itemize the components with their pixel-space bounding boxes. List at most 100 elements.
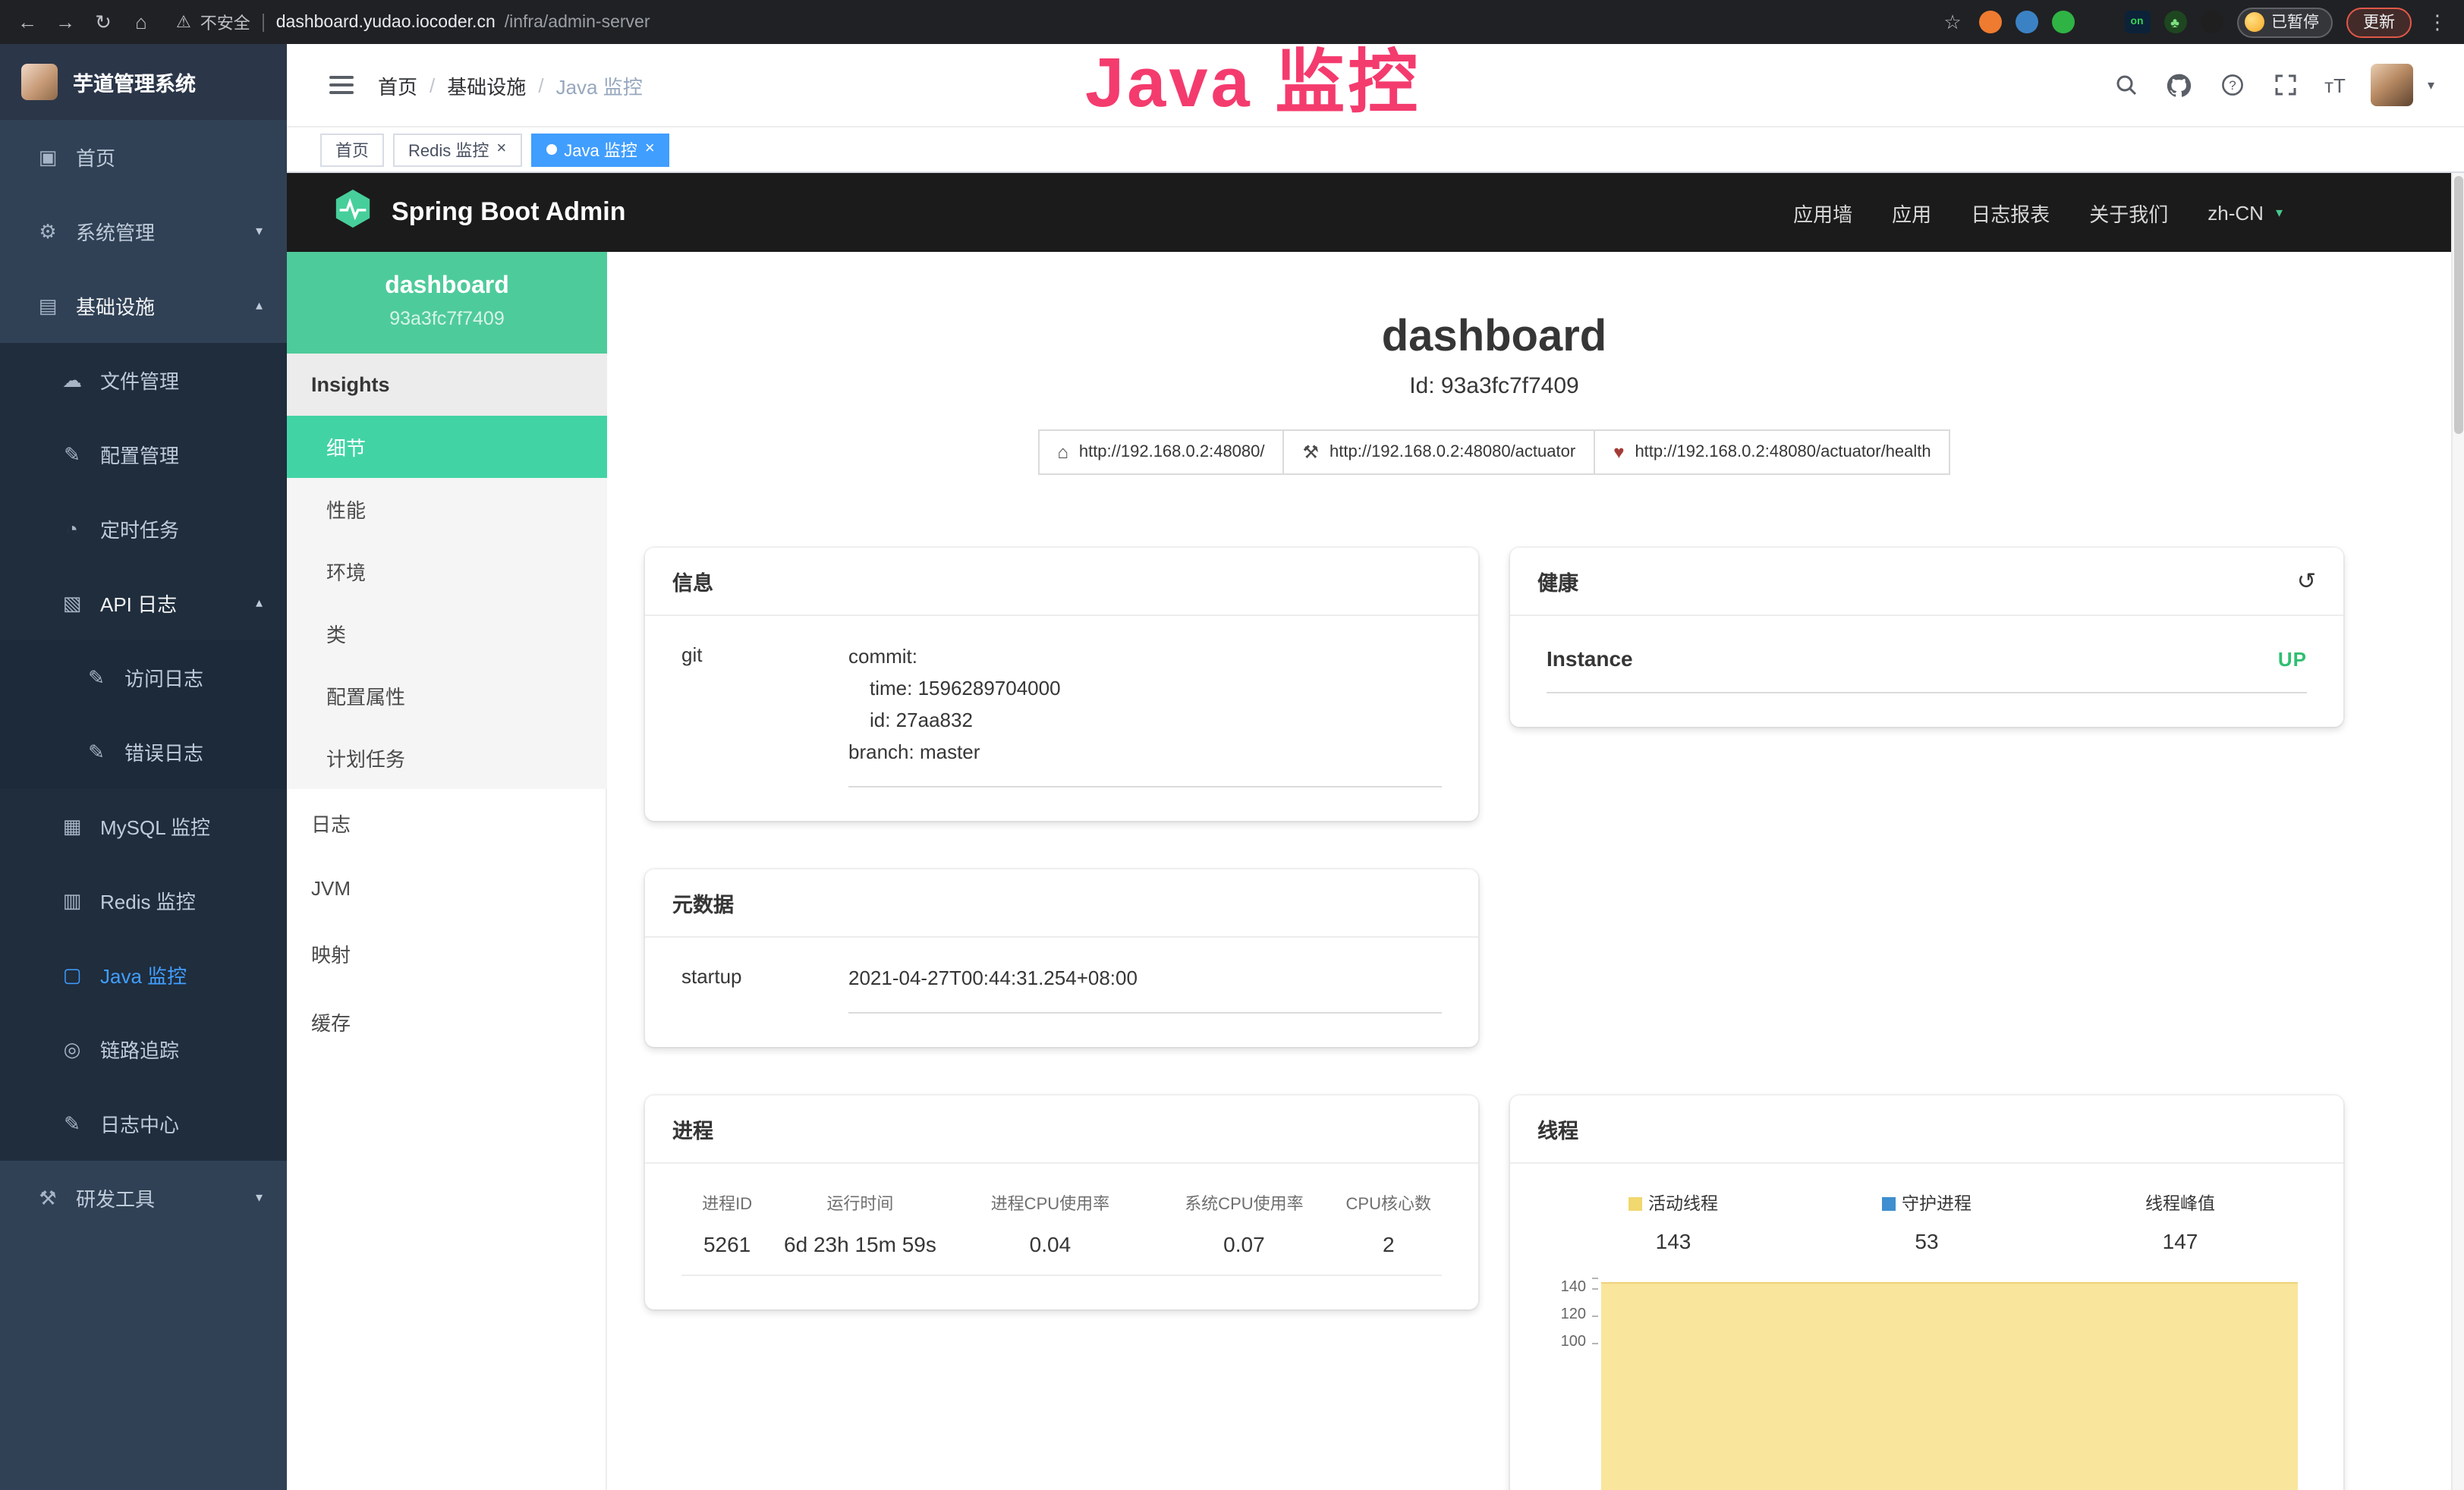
sidebar-item-java-monitor[interactable]: ▢ Java 监控 <box>0 938 287 1012</box>
health-card: 健康 ↺ Instance UP <box>1510 548 2343 727</box>
close-icon[interactable]: × <box>645 141 655 158</box>
column-header: 进程ID <box>681 1188 773 1221</box>
actuator-url-link[interactable]: ⚒ http://192.168.0.2:48080/actuator <box>1283 429 1596 475</box>
extension-icon-green[interactable] <box>2051 11 2074 33</box>
tab-java-monitor[interactable]: Java 监控 × <box>530 133 669 166</box>
sba-nav-about[interactable]: 关于我们 <box>2089 198 2168 227</box>
scrollbar-track[interactable] <box>2451 173 2464 1490</box>
sidebar-item-access-log[interactable]: ✎ 访问日志 <box>0 640 287 715</box>
startup-row: startup 2021-04-27T00:44:31.254+08:00 <box>681 962 1442 1014</box>
link-label: http://192.168.0.2:48080/actuator/health <box>1635 443 1931 461</box>
sidebar-item-label: 配置管理 <box>100 440 179 469</box>
tab-redis-monitor[interactable]: Redis 监控 × <box>393 133 521 166</box>
sidebar-item-home[interactable]: ▣ 首页 <box>0 120 287 194</box>
sidebar-item-infrastructure[interactable]: ▤ 基础设施 ▴ <box>0 269 287 343</box>
scrollbar-thumb[interactable] <box>2454 176 2463 434</box>
sba-item-jvm[interactable]: JVM <box>287 857 607 919</box>
sidebar-item-label: API 日志 <box>100 589 177 618</box>
extension-icon-orange[interactable] <box>1978 11 2001 33</box>
sidebar-item-config-management[interactable]: ✎ 配置管理 <box>0 417 287 492</box>
forward-icon[interactable]: → <box>53 11 77 33</box>
security-label[interactable]: 不安全 <box>200 10 250 34</box>
sidebar-item-mysql-monitor[interactable]: ▦ MySQL 监控 <box>0 789 287 863</box>
legend-daemon-threads: 守护进程 53 <box>1800 1191 2053 1253</box>
github-icon[interactable] <box>2165 71 2192 99</box>
help-icon[interactable]: ? <box>2218 71 2245 99</box>
daemon-threads-swatch <box>1882 1197 1896 1211</box>
sba-item-environment[interactable]: 环境 <box>287 540 607 602</box>
sba-item-loggers[interactable]: 日志 <box>287 789 607 857</box>
info-card-title: 信息 <box>672 566 713 596</box>
sidebar-item-log-center[interactable]: ✎ 日志中心 <box>0 1086 287 1161</box>
instance-label: Instance <box>1547 646 1633 671</box>
back-icon[interactable]: ← <box>15 11 39 33</box>
extension-icon-dark[interactable] <box>2200 11 2223 33</box>
sba-item-config-props[interactable]: 配置属性 <box>287 665 607 727</box>
legend-label: 线程峰值 <box>2145 1196 2215 1214</box>
sba-nav: 应用墙 应用 日志报表 关于我们 zh-CN ▾ <box>1793 198 2283 227</box>
font-size-icon[interactable]: тT <box>2324 74 2346 96</box>
sba-nav-wallboard[interactable]: 应用墙 <box>1793 198 1852 227</box>
history-icon[interactable]: ↺ <box>2297 567 2316 595</box>
hamburger-icon[interactable] <box>329 76 354 94</box>
header-actions: ? тT ▾ <box>2112 64 2434 106</box>
threads-legend: 活动线程 143 守护进程 53 线程峰值 <box>1547 1191 2307 1253</box>
sidebar-item-redis-monitor[interactable]: ▥ Redis 监控 <box>0 863 287 938</box>
sba-item-mappings[interactable]: 映射 <box>287 919 607 988</box>
system-cpu-value: 0.07 <box>1153 1221 1335 1276</box>
sba-item-beans[interactable]: 类 <box>287 602 607 665</box>
legend-label: 活动线程 <box>1648 1196 1718 1214</box>
extension-icon-on-badge[interactable]: on <box>2124 11 2150 33</box>
instance-id-line: Id: 93a3fc7f7409 <box>645 373 2343 399</box>
sba-nav-applications[interactable]: 应用 <box>1892 198 1931 227</box>
active-threads-swatch <box>1629 1197 1642 1211</box>
sidebar-item-devtools[interactable]: ⚒ 研发工具 ▾ <box>0 1161 287 1235</box>
process-table-header: 进程ID 运行时间 进程CPU使用率 系统CPU使用率 CPU核心数 <box>681 1188 1442 1221</box>
log-center-icon: ✎ <box>61 1111 83 1136</box>
browser-menu-icon[interactable]: ⋮ <box>2425 10 2450 34</box>
service-url-link[interactable]: ⌂ http://192.168.0.2:48080/ <box>1037 429 1284 475</box>
address-bar[interactable]: ⚠ 不安全 dashboard.yudao.iocoder.cn/infra/a… <box>167 10 1927 34</box>
fullscreen-icon[interactable] <box>2271 71 2299 99</box>
sba-locale-select[interactable]: zh-CN <box>2208 201 2264 224</box>
sidebar-item-file-management[interactable]: ☁ 文件管理 <box>0 343 287 417</box>
close-icon[interactable]: × <box>496 141 506 158</box>
instance-id: 93a3fc7f7409 <box>302 308 592 329</box>
health-url-link[interactable]: ♥ http://192.168.0.2:48080/actuator/heal… <box>1594 429 1950 475</box>
reload-icon[interactable]: ↻ <box>91 10 115 34</box>
chevron-up-icon: ▴ <box>256 595 263 611</box>
update-button[interactable]: 更新 <box>2346 7 2412 37</box>
instance-health-row: Instance UP <box>1547 640 2307 693</box>
sidebar-item-trace[interactable]: ◎ 链路追踪 <box>0 1012 287 1086</box>
extension-icon-blue[interactable] <box>2015 11 2038 33</box>
sba-item-details[interactable]: 细节 <box>287 416 607 478</box>
user-avatar[interactable] <box>2371 64 2414 106</box>
sidebar-item-error-log[interactable]: ✎ 错误日志 <box>0 715 287 789</box>
sba-item-caches[interactable]: 缓存 <box>287 988 607 1056</box>
sba-item-metrics[interactable]: 性能 <box>287 478 607 540</box>
sba-nav-journal[interactable]: 日志报表 <box>1971 198 2050 227</box>
tab-home[interactable]: 首页 <box>320 133 384 166</box>
extension-icon-leaf[interactable]: ♣ <box>2163 11 2186 33</box>
bookmark-star-icon[interactable]: ☆ <box>1940 10 1965 34</box>
threads-chart: 140 120 100 <box>1547 1278 2307 1490</box>
instance-links: ⌂ http://192.168.0.2:48080/ ⚒ http://192… <box>645 429 2343 475</box>
extension-icon-grid[interactable] <box>2088 11 2110 33</box>
sidebar-item-scheduled-tasks[interactable]: ◔ 定时任务 <box>0 492 287 566</box>
sidebar-item-label: 首页 <box>76 143 115 171</box>
active-tab-dot <box>546 144 556 155</box>
sidebar-item-api-log[interactable]: ▧ API 日志 ▴ <box>0 566 287 640</box>
process-cpu-value: 0.04 <box>948 1221 1153 1276</box>
breadcrumb-home[interactable]: 首页 <box>378 71 417 99</box>
sidebar-item-system[interactable]: ⚙ 系统管理 ▾ <box>0 194 287 269</box>
profile-paused-badge[interactable]: 已暂停 <box>2236 7 2333 37</box>
search-icon[interactable] <box>2112 71 2139 99</box>
url-path: /infra/admin-server <box>505 13 650 31</box>
screen: ← → ↻ ⌂ ⚠ 不安全 dashboard.yudao.iocoder.cn… <box>0 0 2464 1490</box>
info-card: 信息 git commit: time: 1596289704000 id: 2… <box>645 548 1478 821</box>
dashboard-icon: ▣ <box>36 145 59 169</box>
sba-item-scheduled-tasks[interactable]: 计划任务 <box>287 727 607 789</box>
home-icon[interactable]: ⌂ <box>129 11 153 33</box>
breadcrumb-infrastructure[interactable]: 基础设施 <box>447 71 526 99</box>
sba-sidebar: dashboard 93a3fc7f7409 Insights 细节 性能 环境… <box>287 252 607 1490</box>
